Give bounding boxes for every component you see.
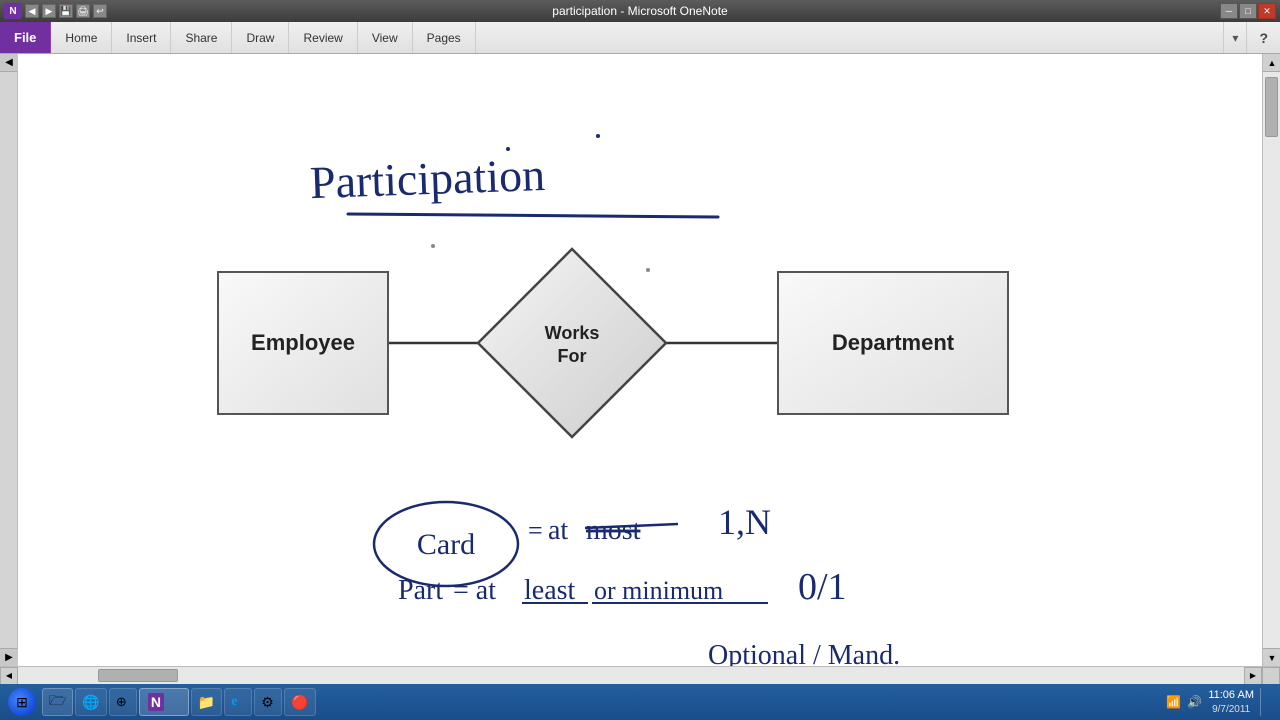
svg-text:1,N: 1,N <box>718 502 771 542</box>
help-button[interactable]: ? <box>1246 22 1280 53</box>
network-icon: 📶 <box>1166 695 1181 709</box>
clock-time: 11:06 AM <box>1208 688 1254 702</box>
ribbon-dropdown[interactable]: ▾ <box>1223 22 1246 53</box>
diagram-svg: Works For Employee <box>18 54 1262 666</box>
window-title: participation - Microsoft OneNote <box>552 4 727 18</box>
left-sidebar: ◀ ▶ <box>0 54 18 666</box>
scroll-up-button[interactable]: ▲ <box>1263 54 1280 72</box>
onenote-icon: N <box>148 693 164 711</box>
scroll-down-button[interactable]: ▼ <box>1263 648 1280 666</box>
svg-text:at: at <box>548 515 568 546</box>
maximize-button[interactable]: □ <box>1239 3 1257 19</box>
tab-file[interactable]: File <box>0 22 51 53</box>
close-button[interactable]: ✕ <box>1258 3 1276 19</box>
svg-text:Works: Works <box>545 323 600 343</box>
left-sidebar-bottom[interactable]: ▶ <box>0 648 18 666</box>
h-scroll-thumb[interactable] <box>98 669 178 682</box>
right-scrollbar: ▲ ▼ <box>1262 54 1280 666</box>
taskbar-item-settings[interactable]: ⚙ <box>254 688 282 716</box>
ribbon: File Home Insert Share Draw Review View … <box>0 22 1280 54</box>
scroll-left-button[interactable]: ◀ <box>0 667 18 685</box>
show-desktop-button[interactable] <box>1260 688 1268 716</box>
window-controls: ─ □ ✕ <box>1220 3 1276 19</box>
save-icon[interactable]: 💾 <box>59 4 73 18</box>
windows-orb[interactable]: ⊞ <box>4 686 40 718</box>
tab-pages[interactable]: Pages <box>413 22 476 53</box>
taskbar-item-firefox[interactable]: 🌐 <box>75 688 106 716</box>
svg-text:or minimum: or minimum <box>594 576 723 605</box>
left-sidebar-top[interactable]: ◀ <box>0 54 18 72</box>
svg-text:least: least <box>524 575 576 606</box>
tab-review[interactable]: Review <box>289 22 357 53</box>
taskbar: ⊞ 🗁 🌐 ⊕ N 📁 e ⚙ 🔴 📶 🔊 <box>0 684 1280 720</box>
svg-text:= at: = at <box>453 575 496 606</box>
svg-text:Optional / Mand.: Optional / Mand. <box>708 640 900 666</box>
onenote-logo: N <box>4 3 22 19</box>
taskbar-item-red[interactable]: 🔴 <box>284 688 315 716</box>
red-app-icon: 🔴 <box>291 694 308 711</box>
clock-date: 9/7/2011 <box>1212 703 1250 716</box>
print-icon[interactable]: 🖨 <box>76 4 90 18</box>
svg-text:Part: Part <box>398 575 443 606</box>
svg-text:=: = <box>528 516 543 545</box>
title-bar: participation - Microsoft OneNote ─ □ ✕ … <box>0 0 1280 22</box>
taskbar-item-ie[interactable]: e <box>224 688 252 716</box>
firefox-icon: 🌐 <box>82 694 99 711</box>
usb-icon: 📁 <box>198 694 215 711</box>
tab-home[interactable]: Home <box>51 22 112 53</box>
svg-text:Card: Card <box>417 528 475 561</box>
corner-box <box>1262 667 1280 685</box>
taskbar-item-onenote[interactable]: N <box>139 688 189 716</box>
h-scroll-track <box>18 667 1244 684</box>
app-window: participation - Microsoft OneNote ─ □ ✕ … <box>0 0 1280 720</box>
svg-text:0/1: 0/1 <box>798 566 847 608</box>
settings-icon: ⚙ <box>261 694 274 711</box>
svg-text:Department: Department <box>832 330 955 355</box>
scroll-thumb[interactable] <box>1265 77 1278 137</box>
taskbar-item-globe[interactable]: ⊕ <box>109 688 137 716</box>
explorer-icon: 🗁 <box>49 690 66 714</box>
svg-text:most: most <box>586 515 641 546</box>
svg-text:Participation: Participation <box>309 149 546 208</box>
back-button[interactable]: ◀ <box>25 4 39 18</box>
systray: 📶 🔊 11:06 AM 9/7/2011 <box>1158 688 1276 716</box>
taskbar-item-explorer[interactable]: 🗁 <box>42 688 73 716</box>
canvas-area: Works For Employee <box>18 54 1262 666</box>
globe-icon: ⊕ <box>116 694 127 710</box>
volume-icon: 🔊 <box>1187 695 1202 709</box>
ie-icon: e <box>231 694 237 710</box>
tab-view[interactable]: View <box>358 22 413 53</box>
svg-text:For: For <box>558 346 587 366</box>
clock[interactable]: 11:06 AM 9/7/2011 <box>1208 688 1254 715</box>
taskbar-item-usb[interactable]: 📁 <box>191 688 222 716</box>
tab-draw[interactable]: Draw <box>232 22 289 53</box>
forward-button[interactable]: ▶ <box>42 4 56 18</box>
scroll-track <box>1263 72 1280 648</box>
minimize-button[interactable]: ─ <box>1220 3 1238 19</box>
undo-icon[interactable]: ↩ <box>93 4 107 18</box>
svg-text:Employee: Employee <box>251 330 355 355</box>
tab-insert[interactable]: Insert <box>112 22 171 53</box>
main-content-area: ◀ ▶ Works <box>0 54 1280 666</box>
scroll-right-button[interactable]: ▶ <box>1244 667 1262 685</box>
horizontal-scrollbar: ◀ ▶ <box>0 666 1280 684</box>
tab-share[interactable]: Share <box>171 22 232 53</box>
